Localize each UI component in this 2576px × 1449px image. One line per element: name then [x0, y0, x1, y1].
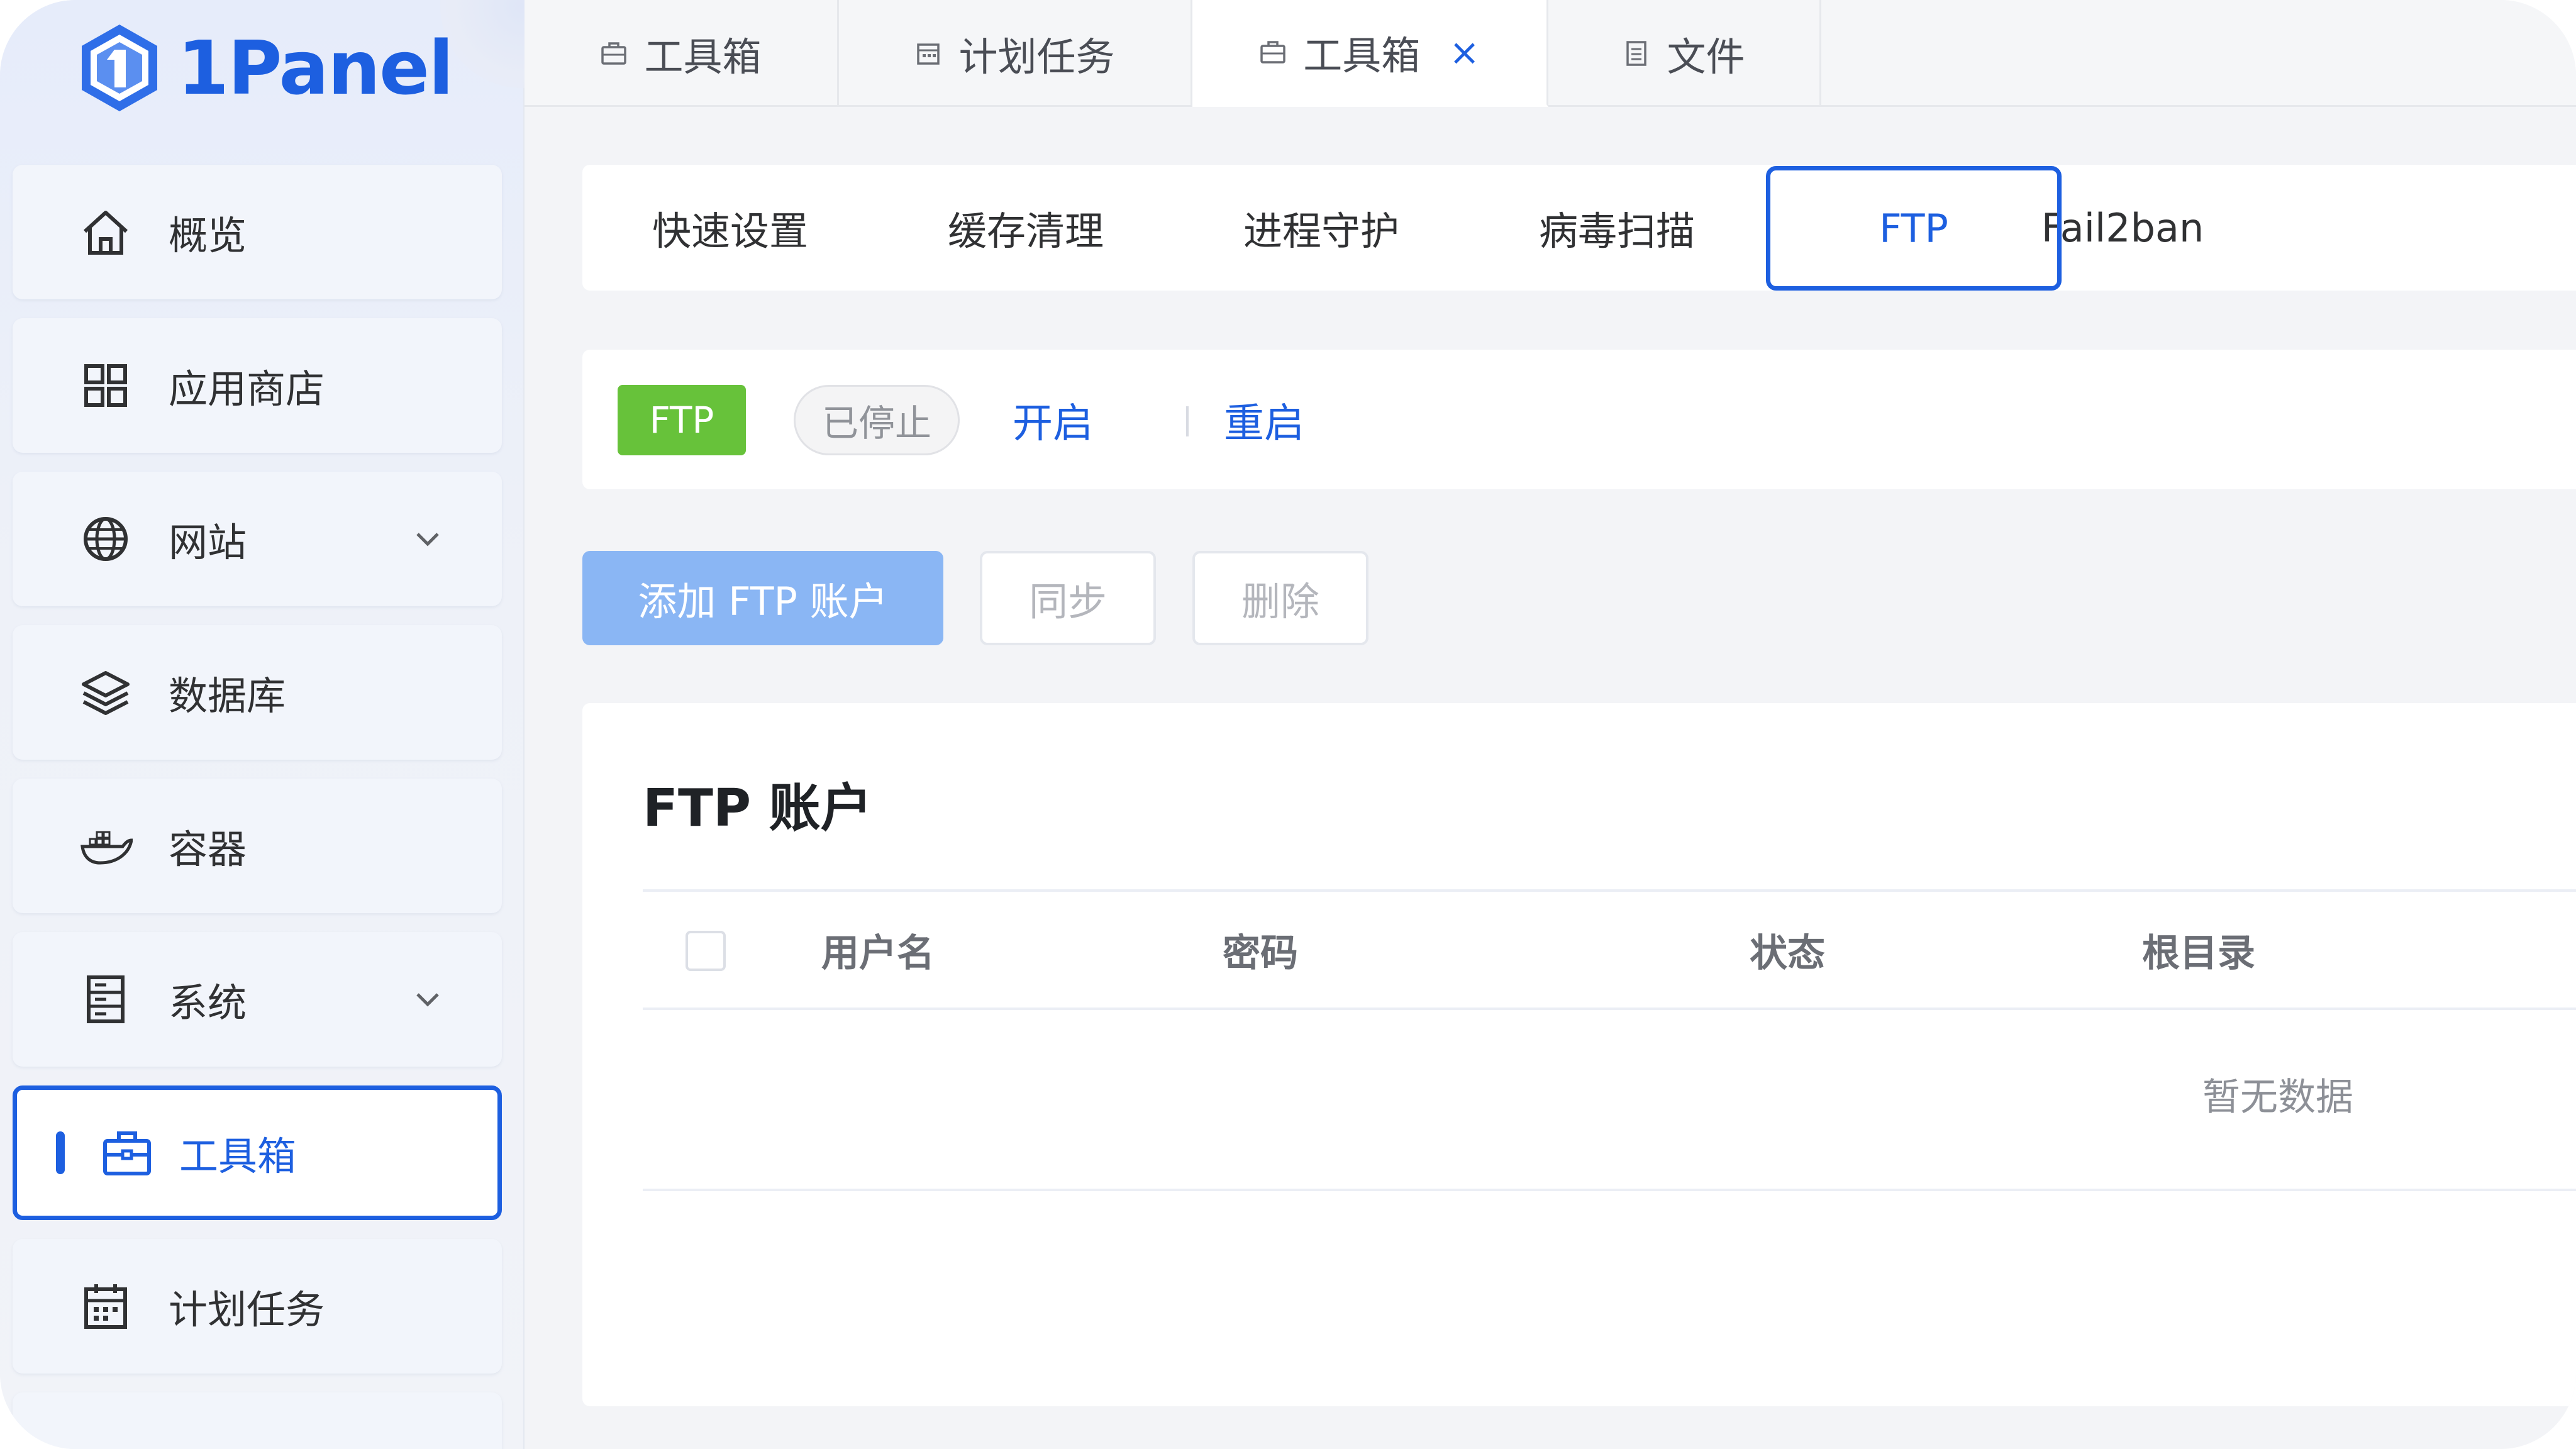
sidebar-item-scheduled-tasks[interactable]: 计划任务	[13, 1239, 502, 1374]
sidebar-item-label: 应用商店	[169, 366, 325, 412]
start-link[interactable]: 开启	[1013, 385, 1093, 455]
tab-scheduled-tasks[interactable]: 计划任务	[839, 0, 1192, 107]
page-tab-bar: 工具箱 计划任务 工具箱 × 文件	[525, 0, 2576, 107]
tab-label: 文件	[1667, 34, 1745, 80]
server-icon	[87, 975, 125, 1023]
sidebar-item-app-store[interactable]: 应用商店	[13, 318, 502, 453]
add-ftp-account-button[interactable]: 添加 FTP 账户	[582, 551, 943, 645]
restart-link[interactable]: 重启	[1224, 385, 1304, 455]
sidebar-item-system[interactable]: 系统	[13, 932, 502, 1067]
tab-quick-settings[interactable]: 快速设置	[582, 165, 878, 291]
close-icon[interactable]: ×	[1449, 31, 1480, 74]
calendar-icon	[84, 1284, 127, 1329]
divider	[1186, 406, 1189, 436]
tab-process-guard[interactable]: 进程守护	[1174, 165, 1469, 291]
tab-label: 工具箱	[1303, 33, 1421, 79]
globe-icon	[84, 517, 128, 561]
tab-label: 病毒扫描	[1538, 208, 1695, 254]
delete-button[interactable]: 删除	[1192, 551, 1368, 645]
tab-label: 工具箱	[644, 34, 762, 80]
sidebar-item-label: 计划任务	[169, 1287, 325, 1333]
database-layers-icon	[82, 671, 130, 715]
table-empty-row: 暂无数据	[643, 1010, 2576, 1191]
chevron-down-icon[interactable]	[411, 983, 444, 1016]
tab-label: Fail2ban	[2041, 204, 2204, 251]
file-icon	[1626, 41, 1647, 66]
ftp-accounts-card: FTP 账户 用户名 密码 状态 根目录 暂无数据	[582, 703, 2576, 1406]
toolbox-icon	[601, 42, 627, 65]
tab-toolbox-active[interactable]: 工具箱 ×	[1192, 0, 1548, 107]
table-title: FTP 账户	[643, 779, 872, 838]
column-header-root-dir[interactable]: 根目录	[2142, 892, 2255, 1008]
chevron-down-icon[interactable]	[411, 523, 444, 555]
tab-cache-cleanup[interactable]: 缓存清理	[878, 165, 1174, 291]
tab-label: 快速设置	[652, 208, 808, 254]
column-header-password[interactable]: 密码	[1223, 892, 1298, 1008]
sidebar-item-label: 数据库	[169, 673, 286, 719]
app-window: 1Panel 概览 应用商店 网站 数据库 容器 系统 工具箱 计划任务 工具箱…	[0, 0, 2576, 1449]
column-header-status[interactable]: 状态	[1750, 892, 1825, 1008]
tab-label: 计划任务	[958, 34, 1115, 80]
sidebar-item-database[interactable]: 数据库	[13, 625, 502, 760]
toolbox-subnav: 快速设置 缓存清理 进程守护 病毒扫描 Fail2ban	[582, 165, 2576, 291]
docker-whale-icon	[80, 831, 133, 865]
sidebar-item-toolbox[interactable]: 工具箱	[13, 1085, 502, 1220]
tab-label: 缓存清理	[947, 208, 1104, 254]
empty-state-text: 暂无数据	[2202, 1075, 2353, 1119]
app-logo[interactable]: 1Panel	[75, 18, 454, 118]
service-name-badge: FTP	[618, 385, 746, 455]
sync-button[interactable]: 同步	[980, 551, 1156, 645]
ftp-status-bar: FTP 已停止 开启 重启	[582, 350, 2576, 489]
sidebar-item-containers[interactable]: 容器	[13, 779, 502, 913]
select-all-checkbox[interactable]	[686, 931, 726, 971]
tab-toolbox[interactable]: 工具箱	[525, 0, 839, 107]
tab-label: 进程守护	[1243, 208, 1399, 254]
sidebar: 1Panel 概览 应用商店 网站 数据库 容器 系统 工具箱 计划任务	[0, 0, 604, 1449]
toolbox-icon	[103, 1131, 151, 1175]
app-name: 1Panel	[177, 25, 454, 111]
sidebar-item-label: 工具箱	[179, 1133, 297, 1179]
sidebar-item-label: 容器	[169, 826, 247, 872]
calendar-icon	[917, 43, 940, 65]
active-indicator	[56, 1131, 65, 1174]
tab-ftp[interactable]: FTP	[1766, 166, 2062, 291]
main-content: 快速设置 缓存清理 进程守护 病毒扫描 Fail2ban FTP FTP 已停止…	[525, 107, 2576, 1449]
sidebar-item-label: 系统	[169, 980, 247, 1026]
tab-virus-scan[interactable]: 病毒扫描	[1469, 165, 1765, 291]
sidebar-item-next[interactable]	[13, 1392, 502, 1449]
app-grid-icon	[84, 364, 127, 407]
sidebar-item-overview[interactable]: 概览	[13, 165, 502, 299]
tab-files[interactable]: 文件	[1548, 0, 1821, 107]
tab-label: FTP	[1879, 205, 1948, 252]
toolbox-icon	[1260, 41, 1285, 64]
table-header: 用户名 密码 状态 根目录	[643, 889, 2576, 1010]
status-badge: 已停止	[794, 385, 960, 455]
sidebar-item-label: 概览	[169, 213, 247, 258]
sidebar-item-label: 网站	[169, 519, 247, 565]
sidebar-item-websites[interactable]: 网站	[13, 472, 502, 606]
home-icon	[83, 211, 128, 255]
column-header-username[interactable]: 用户名	[821, 892, 935, 1008]
1panel-logo-icon	[82, 25, 157, 111]
